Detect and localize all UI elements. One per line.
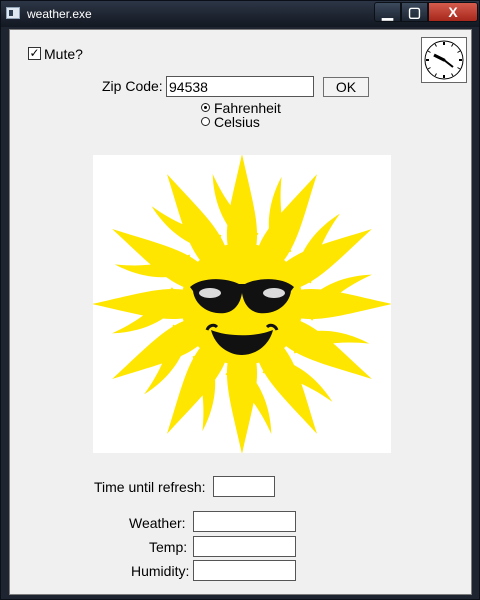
temp-label: Temp:	[149, 539, 188, 555]
zip-code-label: Zip Code:	[102, 78, 163, 94]
fahrenheit-label: Fahrenheit	[214, 100, 281, 116]
minimize-button[interactable]: ▁	[374, 2, 401, 22]
zip-code-input[interactable]	[166, 76, 314, 97]
celsius-radio[interactable]	[201, 117, 210, 126]
fahrenheit-radio[interactable]	[201, 103, 210, 112]
app-icon	[6, 7, 20, 19]
client-area: ✓ Mute? Zip Code: OK Fahrenheit Celsius	[9, 29, 472, 595]
sun-icon	[92, 154, 392, 454]
window-title: weather.exe	[27, 7, 92, 21]
refresh-field[interactable]	[213, 476, 275, 497]
close-button[interactable]: X	[428, 2, 478, 22]
maximize-icon: ▢	[407, 4, 422, 20]
weather-label: Weather:	[129, 515, 186, 531]
temp-field[interactable]	[193, 536, 296, 557]
close-icon: X	[448, 4, 458, 20]
humidity-label: Humidity:	[131, 563, 190, 579]
app-window: weather.exe ▁ ▢ X ✓ Mute? Zip Code: OK F…	[0, 0, 480, 600]
mute-label: Mute?	[44, 46, 83, 62]
mute-checkbox[interactable]: ✓	[28, 47, 41, 60]
ok-button[interactable]: OK	[323, 77, 369, 97]
humidity-field[interactable]	[193, 560, 296, 581]
title-bar[interactable]: weather.exe ▁ ▢ X	[1, 1, 479, 27]
weather-field[interactable]	[193, 511, 296, 532]
clock-icon	[421, 37, 467, 83]
celsius-label: Celsius	[214, 114, 260, 130]
refresh-label: Time until refresh:	[94, 479, 206, 495]
minimize-icon: ▁	[382, 4, 393, 20]
weather-image	[92, 154, 392, 454]
maximize-button[interactable]: ▢	[401, 2, 428, 22]
